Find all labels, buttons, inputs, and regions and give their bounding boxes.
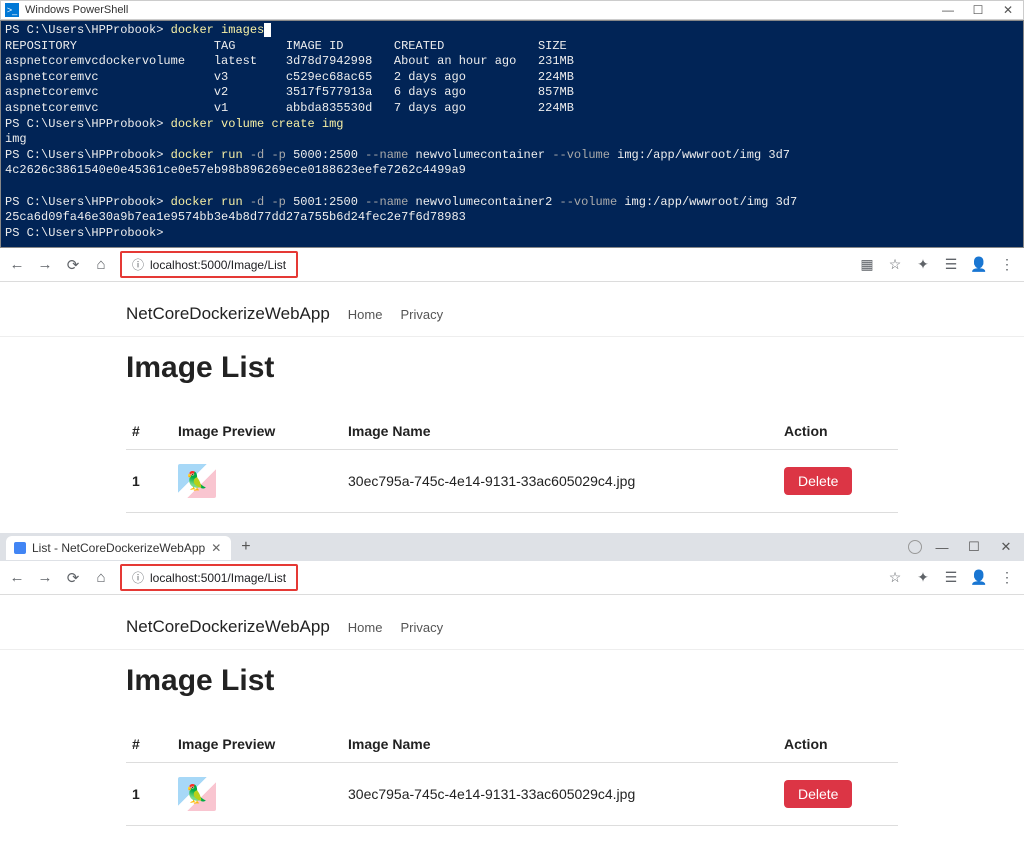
th-action: Action	[778, 726, 898, 763]
ps-titlebar: >_ Windows PowerShell — ☐ ✕	[0, 0, 1024, 20]
maximize-button[interactable]: ☐	[962, 539, 986, 555]
row-num: 1	[126, 450, 172, 513]
profile-icon[interactable]: 👤	[970, 569, 988, 587]
brand[interactable]: NetCoreDockerizeWebApp	[126, 304, 330, 324]
menu-icon[interactable]: ⋮	[998, 569, 1016, 587]
home-button[interactable]: ⌂	[92, 256, 110, 274]
terminal-body[interactable]: PS C:\Users\HPProbook> docker images REP…	[0, 20, 1024, 248]
info-icon: ⓘ	[132, 569, 144, 586]
browser1-page: NetCoreDockerizeWebApp Home Privacy Imag…	[0, 282, 1024, 533]
brand[interactable]: NetCoreDockerizeWebApp	[126, 617, 330, 637]
page-title: Image List	[126, 664, 898, 698]
image-thumbnail: 🦜	[178, 464, 216, 498]
forward-button[interactable]: →	[36, 569, 54, 587]
address-bar[interactable]: ⓘ localhost:5001/Image/List	[122, 566, 296, 589]
back-button[interactable]: ←	[8, 569, 26, 587]
forward-button[interactable]: →	[36, 256, 54, 274]
reading-list-icon[interactable]: ☰	[942, 569, 960, 587]
info-icon: ⓘ	[132, 256, 144, 273]
home-button[interactable]: ⌂	[92, 569, 110, 587]
extensions-icon[interactable]: ✦	[914, 256, 932, 274]
th-preview: Image Preview	[172, 726, 342, 763]
page-title: Image List	[126, 351, 898, 385]
new-tab-button[interactable]: +	[241, 538, 250, 556]
star-icon[interactable]: ☆	[886, 569, 904, 587]
th-name: Image Name	[342, 726, 778, 763]
back-button[interactable]: ←	[8, 256, 26, 274]
nav-home[interactable]: Home	[348, 307, 383, 322]
favicon-icon	[14, 542, 26, 554]
minimize-button[interactable]: —	[933, 1, 963, 19]
browser1-toolbar: ← → ⟳ ⌂ ⓘ localhost:5000/Image/List ▦ ☆ …	[0, 248, 1024, 282]
browser-tab[interactable]: List - NetCoreDockerizeWebApp ✕	[6, 536, 231, 560]
image-name: 30ec795a-745c-4e14-9131-33ac605029c4.jpg	[342, 450, 778, 513]
ps-window-title: Windows PowerShell	[23, 4, 933, 16]
browser2-toolbar: ← → ⟳ ⌂ ⓘ localhost:5001/Image/List ☆ ✦ …	[0, 561, 1024, 595]
close-button[interactable]: ✕	[994, 539, 1018, 555]
table-row: 1 🦜 30ec795a-745c-4e14-9131-33ac605029c4…	[126, 450, 898, 513]
tab-title: List - NetCoreDockerizeWebApp	[32, 541, 205, 555]
row-num: 1	[126, 763, 172, 826]
site-navbar: NetCoreDockerizeWebApp Home Privacy	[0, 607, 1024, 650]
close-button[interactable]: ✕	[993, 1, 1023, 19]
translate-icon[interactable]: ▦	[858, 256, 876, 274]
tab-close-icon[interactable]: ✕	[211, 541, 221, 555]
nav-privacy[interactable]: Privacy	[400, 620, 443, 635]
extensions-icon[interactable]: ✦	[914, 569, 932, 587]
reload-button[interactable]: ⟳	[64, 256, 82, 274]
ps-icon: >_	[5, 3, 19, 17]
reload-button[interactable]: ⟳	[64, 569, 82, 587]
url-highlight: ⓘ localhost:5001/Image/List	[120, 564, 298, 591]
image-table: # Image Preview Image Name Action 1 🦜 30…	[126, 413, 898, 513]
address-bar[interactable]: ⓘ localhost:5000/Image/List	[122, 253, 296, 276]
table-row: 1 🦜 30ec795a-745c-4e14-9131-33ac605029c4…	[126, 763, 898, 826]
th-name: Image Name	[342, 413, 778, 450]
image-thumbnail: 🦜	[178, 777, 216, 811]
delete-button[interactable]: Delete	[784, 467, 852, 495]
minimize-button[interactable]: —	[930, 540, 954, 555]
url-highlight: ⓘ localhost:5000/Image/List	[120, 251, 298, 278]
th-action: Action	[778, 413, 898, 450]
nav-privacy[interactable]: Privacy	[400, 307, 443, 322]
th-num: #	[126, 413, 172, 450]
browser2-tabstrip: List - NetCoreDockerizeWebApp ✕ + — ☐ ✕	[0, 533, 1024, 561]
image-table: # Image Preview Image Name Action 1 🦜 30…	[126, 726, 898, 826]
menu-icon[interactable]: ⋮	[998, 256, 1016, 274]
star-icon[interactable]: ☆	[886, 256, 904, 274]
account-circle-icon[interactable]	[908, 540, 922, 554]
image-name: 30ec795a-745c-4e14-9131-33ac605029c4.jpg	[342, 763, 778, 826]
reading-list-icon[interactable]: ☰	[942, 256, 960, 274]
maximize-button[interactable]: ☐	[963, 1, 993, 19]
profile-icon[interactable]: 👤	[970, 256, 988, 274]
th-preview: Image Preview	[172, 413, 342, 450]
th-num: #	[126, 726, 172, 763]
site-navbar: NetCoreDockerizeWebApp Home Privacy	[0, 294, 1024, 337]
nav-home[interactable]: Home	[348, 620, 383, 635]
browser2-page: NetCoreDockerizeWebApp Home Privacy Imag…	[0, 595, 1024, 846]
delete-button[interactable]: Delete	[784, 780, 852, 808]
